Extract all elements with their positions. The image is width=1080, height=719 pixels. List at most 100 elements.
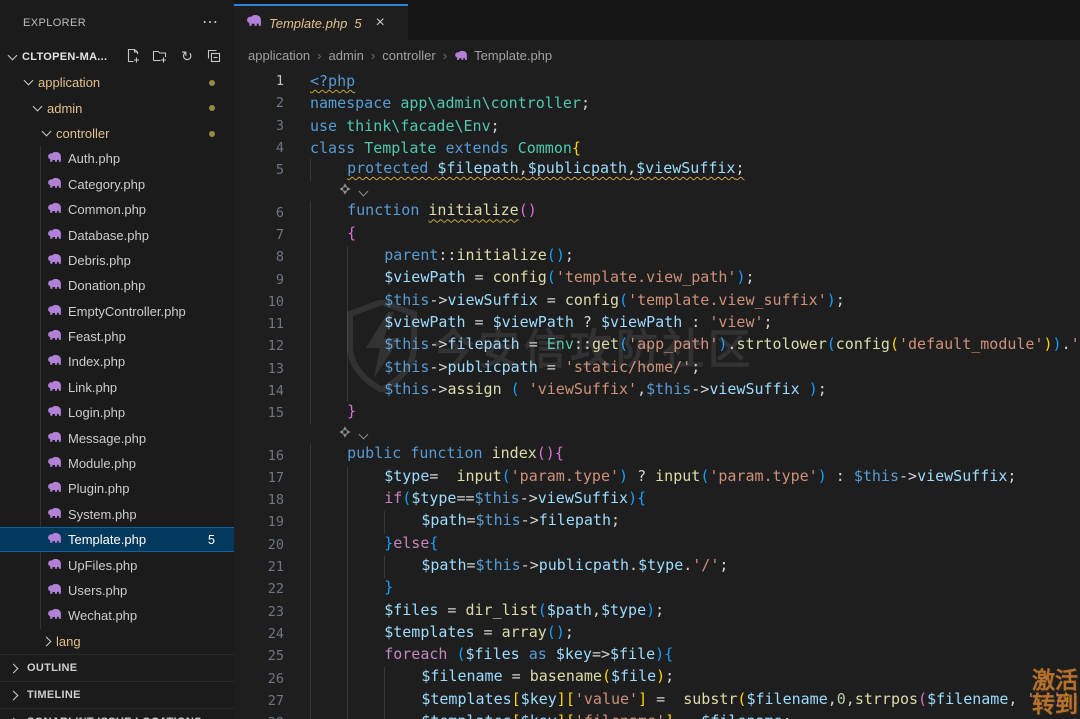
code-line[interactable]: 10$this->viewSuffix = config('template.v…: [234, 291, 1080, 313]
indent-guide: [310, 291, 347, 313]
tree-item-common-php[interactable]: Common.php: [0, 197, 234, 222]
code-line[interactable]: 6function initialize(): [234, 201, 1080, 223]
breadcrumb-item-application[interactable]: application: [248, 48, 310, 63]
line-number[interactable]: 1: [234, 73, 284, 89]
tree-item-controller[interactable]: controller: [0, 121, 234, 146]
workspace-root-row[interactable]: CLTOPEN-MA... ↻: [0, 44, 234, 70]
line-number[interactable]: 2: [234, 95, 284, 111]
code-line[interactable]: 8parent::initialize();: [234, 246, 1080, 268]
code-line[interactable]: 11$viewPath = $viewPath ? $viewPath : 'v…: [234, 313, 1080, 335]
breadcrumb-item-controller[interactable]: controller: [382, 48, 435, 63]
tree-item-index-php[interactable]: Index.php: [0, 349, 234, 374]
line-number[interactable]: 16: [234, 448, 284, 464]
tree-item-admin[interactable]: admin: [0, 95, 234, 120]
line-number[interactable]: 14: [234, 383, 284, 399]
tree-item-category-php[interactable]: Category.php: [0, 172, 234, 197]
code-line[interactable]: 23$files = dir_list($path,$type);: [234, 601, 1080, 623]
line-number[interactable]: 23: [234, 604, 284, 620]
line-number[interactable]: 11: [234, 316, 284, 332]
code-line[interactable]: 12$this->filepath = Env::get('app_path')…: [234, 335, 1080, 357]
tree-item-upfiles-php[interactable]: UpFiles.php: [0, 552, 234, 577]
new-file-icon[interactable]: [125, 48, 141, 64]
line-number[interactable]: 8: [234, 249, 284, 265]
code-line[interactable]: 21$path=$this->publicpath.$type.'/';: [234, 556, 1080, 578]
code-line[interactable]: 15}: [234, 402, 1080, 424]
tree-item-template-php[interactable]: Template.php5: [0, 527, 234, 552]
tree-item-wechat-php[interactable]: Wechat.php: [0, 603, 234, 628]
tree-item-donation-php[interactable]: Donation.php: [0, 273, 234, 298]
line-number[interactable]: 18: [234, 492, 284, 508]
tree-item-system-php[interactable]: System.php: [0, 502, 234, 527]
more-actions-icon[interactable]: ⋯: [202, 12, 218, 32]
breadcrumb-item-template-php[interactable]: Template.php: [474, 48, 552, 63]
tree-item-lang[interactable]: lang: [0, 629, 234, 654]
line-number[interactable]: 9: [234, 272, 284, 288]
code-line[interactable]: 22}: [234, 578, 1080, 600]
code-line[interactable]: 2namespace app\admin\controller;: [234, 92, 1080, 114]
tree-item-feast-php[interactable]: Feast.php: [0, 324, 234, 349]
code-line[interactable]: 3use think\facade\Env;: [234, 115, 1080, 137]
code-line[interactable]: 16public function index(){: [234, 444, 1080, 466]
line-number[interactable]: 25: [234, 648, 284, 664]
code-line[interactable]: 4class Template extends Common{: [234, 137, 1080, 159]
line-number[interactable]: 22: [234, 581, 284, 597]
line-number[interactable]: 10: [234, 294, 284, 310]
line-number[interactable]: 26: [234, 671, 284, 687]
code-line[interactable]: 9$viewPath = config('template.view_path'…: [234, 268, 1080, 290]
line-number[interactable]: 12: [234, 338, 284, 354]
code-line[interactable]: 7{: [234, 224, 1080, 246]
tree-item-label: Template.php: [68, 532, 146, 547]
tab-template-php[interactable]: Template.php 5 ×: [234, 4, 408, 40]
sonarlint-quickfix-widget[interactable]: [234, 424, 1080, 444]
code-editor[interactable]: 1<?php2namespace app\admin\controller;3u…: [234, 70, 1080, 719]
refresh-icon[interactable]: ↻: [179, 48, 195, 64]
code-line[interactable]: 20}else{: [234, 534, 1080, 556]
code-line[interactable]: 19$path=$this->filepath;: [234, 511, 1080, 533]
tree-item-database-php[interactable]: Database.php: [0, 222, 234, 247]
code-line[interactable]: 26$filename = basename($file);: [234, 667, 1080, 689]
line-number[interactable]: 3: [234, 118, 284, 134]
line-number[interactable]: 15: [234, 405, 284, 421]
tree-item-login-php[interactable]: Login.php: [0, 400, 234, 425]
code-line[interactable]: 18if($type==$this->viewSuffix){: [234, 489, 1080, 511]
sonarlint-quickfix-widget[interactable]: [234, 181, 1080, 201]
line-number[interactable]: 7: [234, 227, 284, 243]
line-number[interactable]: 17: [234, 470, 284, 486]
code-line[interactable]: 13$this->publicpath = 'static/home/';: [234, 358, 1080, 380]
new-folder-icon[interactable]: [152, 48, 168, 64]
collapse-all-icon[interactable]: [206, 48, 222, 64]
code-line[interactable]: 24$templates = array();: [234, 623, 1080, 645]
indent-guide: [384, 690, 421, 712]
line-number[interactable]: 20: [234, 537, 284, 553]
line-number[interactable]: 21: [234, 559, 284, 575]
line-number[interactable]: 5: [234, 162, 284, 178]
tree-item-auth-php[interactable]: Auth.php: [0, 146, 234, 171]
line-number[interactable]: 27: [234, 693, 284, 709]
code-line[interactable]: 27$templates[$key]['value'] = substr($fi…: [234, 690, 1080, 712]
tree-item-module-php[interactable]: Module.php: [0, 451, 234, 476]
tree-item-emptycontroller-php[interactable]: EmptyController.php: [0, 299, 234, 324]
tree-item-link-php[interactable]: Link.php: [0, 375, 234, 400]
tree-item-debris-php[interactable]: Debris.php: [0, 248, 234, 273]
line-number[interactable]: 28: [234, 715, 284, 719]
code-line[interactable]: 28$templates[$key]['filename'] = $filena…: [234, 712, 1080, 719]
code-line[interactable]: 25foreach ($files as $key=>$file){: [234, 645, 1080, 667]
section-sonarlint-issue-locations[interactable]: SONARLINT ISSUE LOCATIONS: [0, 708, 234, 719]
code-line[interactable]: 17$type= input('param.type') ? input('pa…: [234, 467, 1080, 489]
tree-item-message-php[interactable]: Message.php: [0, 425, 234, 450]
tree-item-application[interactable]: application: [0, 70, 234, 95]
close-icon[interactable]: ×: [376, 15, 385, 31]
line-number[interactable]: 24: [234, 626, 284, 642]
line-number[interactable]: 4: [234, 140, 284, 156]
code-line[interactable]: 14$this->assign ( 'viewSuffix',$this->vi…: [234, 380, 1080, 402]
section-timeline[interactable]: TIMELINE: [0, 681, 234, 708]
breadcrumb-item-admin[interactable]: admin: [329, 48, 364, 63]
section-outline[interactable]: OUTLINE: [0, 654, 234, 681]
line-number[interactable]: 19: [234, 514, 284, 530]
line-number[interactable]: 13: [234, 361, 284, 377]
tree-item-users-php[interactable]: Users.php: [0, 578, 234, 603]
line-number[interactable]: 6: [234, 205, 284, 221]
tree-item-plugin-php[interactable]: Plugin.php: [0, 476, 234, 501]
code-line[interactable]: 1<?php: [234, 70, 1080, 92]
code-line[interactable]: 5protected $filepath,$publicpath,$viewSu…: [234, 159, 1080, 181]
